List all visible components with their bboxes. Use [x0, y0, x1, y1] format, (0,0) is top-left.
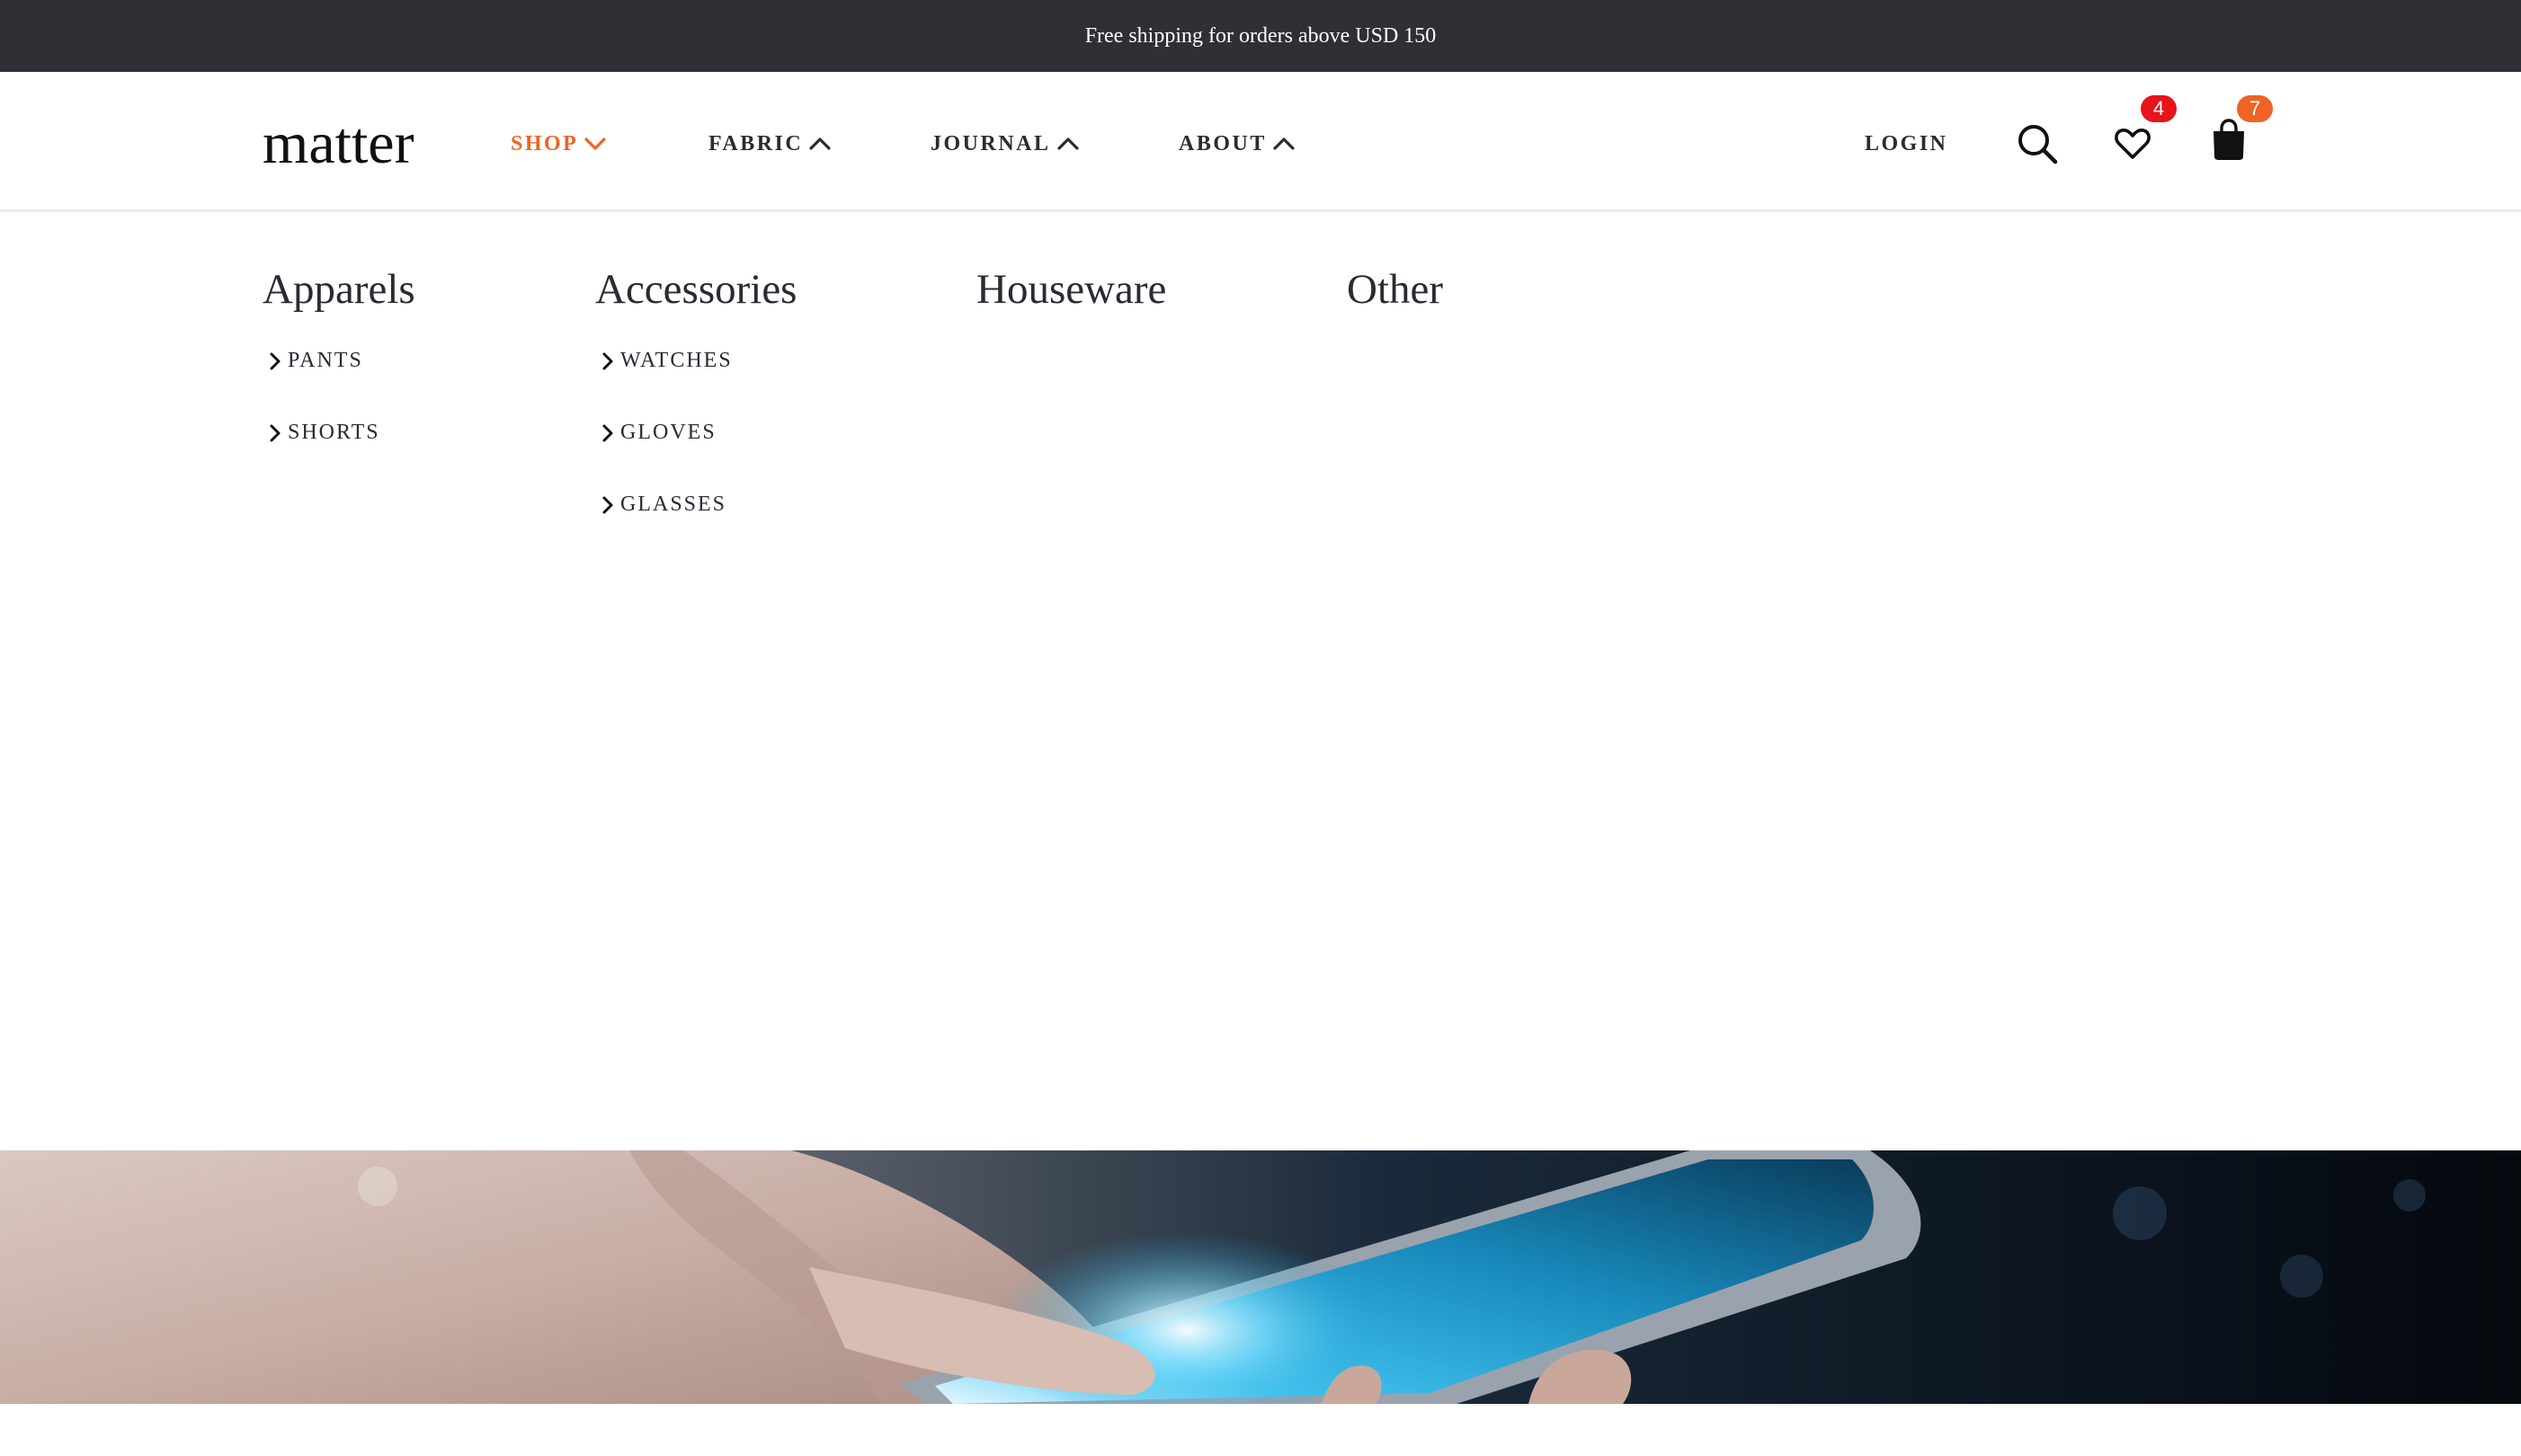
login-link[interactable]: LOGIN [1865, 129, 1948, 159]
nav-about-label: ABOUT [1179, 131, 1267, 155]
chevron-up-icon [1056, 136, 1080, 152]
menu-column-title[interactable]: Houseware [976, 262, 1166, 316]
chevron-right-icon [601, 423, 615, 443]
chevron-down-icon [583, 136, 607, 152]
menu-item-watches[interactable]: WATCHES [601, 349, 733, 373]
site-header: matter SHOP FABRIC JOURNAL ABOUT LOGIN 4… [0, 72, 2521, 212]
menu-column-title[interactable]: Other [1347, 262, 1443, 316]
nav-about[interactable]: ABOUT [1179, 129, 1296, 159]
shop-mega-menu: Apparels Accessories Houseware Other PAN… [0, 212, 2521, 1150]
nav-shop-label: SHOP [511, 131, 579, 155]
menu-item-shorts[interactable]: SHORTS [268, 421, 380, 445]
menu-item-label: PANTS [288, 349, 363, 372]
menu-item-label: GLOVES [620, 421, 717, 444]
chevron-right-icon [601, 495, 615, 515]
nav-fabric-label: FABRIC [708, 131, 804, 155]
wishlist-count-badge: 4 [2141, 95, 2177, 122]
chevron-right-icon [268, 423, 282, 443]
chevron-up-icon [1272, 136, 1296, 152]
site-logo[interactable]: matter [263, 108, 414, 180]
menu-column-title[interactable]: Apparels [263, 262, 415, 316]
menu-item-gloves[interactable]: GLOVES [601, 421, 717, 445]
menu-item-label: GLASSES [620, 493, 727, 516]
nav-journal[interactable]: JOURNAL [931, 129, 1080, 159]
heart-icon[interactable] [2114, 126, 2151, 162]
nav-shop[interactable]: SHOP [511, 129, 607, 159]
announcement-text: Free shipping for orders above USD 150 [1084, 23, 1437, 48]
menu-item-glasses[interactable]: GLASSES [601, 493, 726, 517]
chevron-right-icon [268, 351, 282, 371]
chevron-right-icon [601, 351, 615, 371]
cart-count-badge: 7 [2237, 95, 2273, 122]
menu-column-title[interactable]: Accessories [595, 262, 797, 316]
nav-journal-label: JOURNAL [931, 131, 1051, 155]
search-icon[interactable] [2016, 122, 2059, 165]
nav-fabric[interactable]: FABRIC [708, 129, 832, 159]
menu-item-label: WATCHES [620, 349, 733, 372]
hero-banner-image [0, 1150, 2521, 1404]
chevron-up-icon [808, 136, 832, 152]
menu-item-label: SHORTS [288, 421, 380, 444]
shopping-bag-icon[interactable] [2210, 119, 2248, 162]
menu-item-pants[interactable]: PANTS [268, 349, 363, 373]
announcement-bar: Free shipping for orders above USD 150 [0, 0, 2521, 72]
